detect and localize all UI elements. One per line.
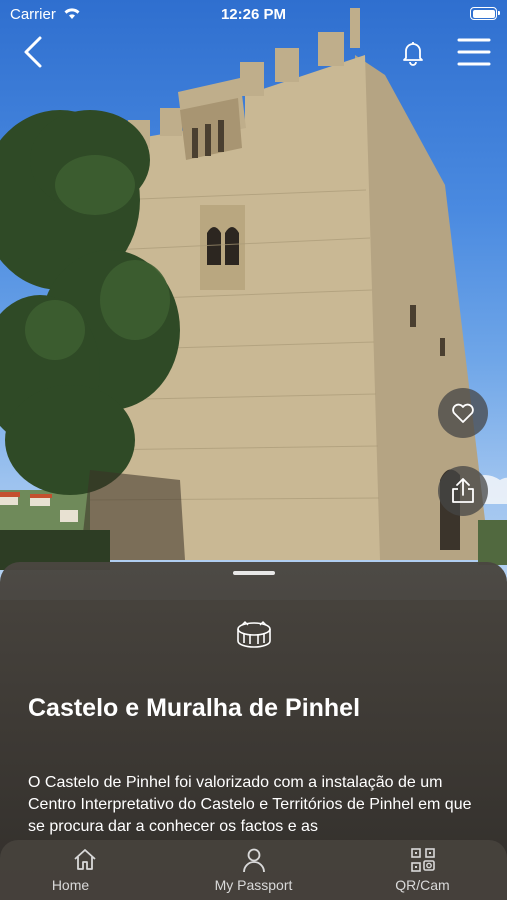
tab-home[interactable]: Home [0, 840, 169, 900]
tab-home-label: Home [51, 877, 90, 893]
tab-my-passport[interactable]: My Passport [169, 840, 338, 900]
tab-bar: Home My Passport QR/Cam [0, 840, 507, 900]
monument-title: Castelo e Muralha de Pinhel [28, 694, 361, 722]
heart-icon [452, 403, 474, 423]
sheet-drag-handle[interactable] [233, 571, 275, 575]
back-button[interactable] [18, 34, 52, 70]
notifications-button[interactable] [398, 38, 428, 68]
tab-my-passport-label: My Passport [214, 877, 293, 893]
menu-button[interactable] [455, 36, 493, 68]
tab-qr-cam-label: QR/Cam [395, 877, 450, 893]
status-bar: Carrier 12:26 PM [0, 0, 507, 30]
bell-icon [403, 42, 423, 66]
favorite-button[interactable] [438, 388, 488, 438]
user-icon [242, 848, 265, 873]
tab-qr-cam[interactable]: QR/Cam [338, 840, 507, 900]
share-button[interactable] [438, 466, 488, 516]
castle-ruins-icon [234, 617, 274, 651]
qr-camera-icon [410, 848, 435, 872]
clock: 12:26 PM [220, 6, 287, 23]
hamburger-icon [457, 38, 491, 66]
battery-icon [470, 7, 500, 20]
castle-tower-illustration [0, 8, 507, 570]
home-icon [73, 849, 96, 870]
chevron-left-icon [24, 36, 42, 68]
share-icon [452, 478, 474, 503]
monument-description: O Castelo de Pinhel foi valorizado com a… [28, 774, 472, 835]
hero-photo [0, 0, 507, 600]
